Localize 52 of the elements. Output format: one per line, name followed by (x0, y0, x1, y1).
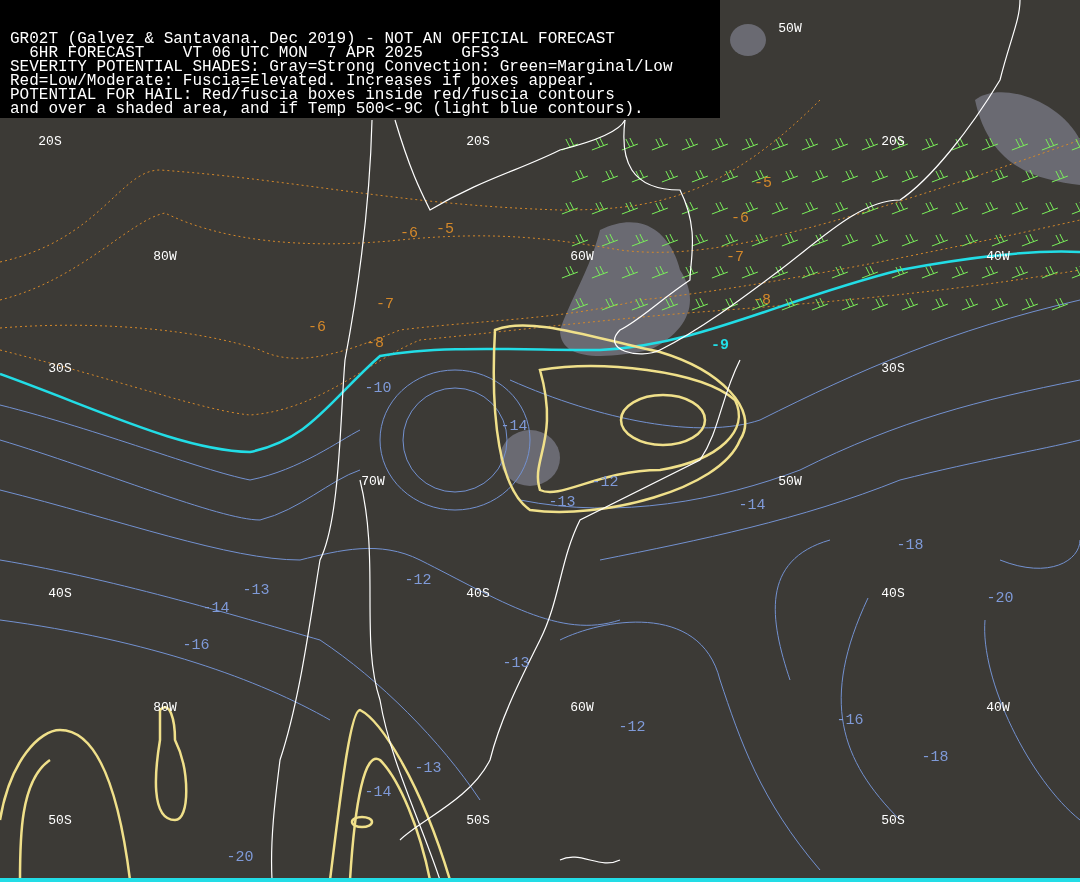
contour-label: -12 (591, 474, 619, 490)
grid-label: 80W (153, 700, 177, 714)
contour-label: -20 (226, 849, 254, 865)
contour-label: -12 (618, 719, 646, 735)
header-line: 6HR FORECAST VT 06 UTC MON 7 APR 2025 GFS3 (29, 46, 500, 60)
grid-label: 60W (570, 249, 594, 263)
contour-label: -16 (182, 637, 210, 653)
contour-label: -13 (502, 655, 530, 671)
contour-label: -6 (308, 319, 326, 335)
grid-label: 50S (466, 813, 490, 827)
contour-label: -6 (731, 210, 749, 226)
contour-label: -9 (711, 337, 729, 353)
contour-label: -20 (986, 590, 1014, 606)
contour-label: -13 (242, 582, 270, 598)
contour-label: -18 (896, 537, 924, 553)
grid-label: 70W (361, 474, 385, 488)
grid-label: 40S (48, 586, 72, 600)
contour-label: -13 (414, 760, 442, 776)
contour-label: -14 (738, 497, 766, 513)
header-line: POTENTIAL FOR HAIL: Red/fuscia boxes inside red/fuscia contours (10, 88, 615, 102)
grid-label: 50S (48, 813, 72, 827)
grid-label: 20S (38, 134, 62, 148)
header-line: and over a shaded area, and if Temp 500<-9C (light blue contours). (10, 102, 645, 116)
contour-label: -5 (754, 175, 772, 191)
grid-label: 30S (48, 361, 72, 375)
grid-label: 60W (570, 700, 594, 714)
contour-label: -18 (921, 749, 949, 765)
header-line: Red=Low/Moderate: Fuscia=Elevated. Increases if boxes appear. (10, 74, 596, 88)
contour-label: -10 (364, 380, 392, 396)
contour-label: -14 (202, 600, 230, 616)
contour-label: -7 (376, 296, 394, 312)
contour-label: -8 (753, 292, 771, 308)
grid-label: 20S (466, 134, 490, 148)
grid-label: 80W (153, 249, 177, 263)
contour-label: -14 (500, 418, 528, 434)
header-line: GR02T (Galvez & Santavana. Dec 2019) - NOT AN OFFICIAL FORECAST (10, 32, 616, 46)
grid-label: 40W (986, 700, 1010, 714)
grid-label: 40S (466, 586, 490, 600)
contour-label: -16 (836, 712, 864, 728)
grid-label: 30S (881, 361, 905, 375)
contour-label: -14 (364, 784, 392, 800)
contour-label: -5 (436, 221, 454, 237)
grid-label: 40S (881, 586, 905, 600)
contour-label: -6 (400, 225, 418, 241)
header-line: SEVERITY POTENTIAL SHADES: Gray=Strong Convection: Green=Marginal/Low (10, 60, 674, 74)
contour-label: -12 (404, 572, 432, 588)
contour-label: -7 (726, 249, 744, 265)
contour-label: -13 (548, 494, 576, 510)
contour-label: -8 (366, 335, 384, 351)
grid-label: 50S (881, 813, 905, 827)
grid-label: 50W (778, 21, 802, 35)
grid-label: 50W (778, 474, 802, 488)
